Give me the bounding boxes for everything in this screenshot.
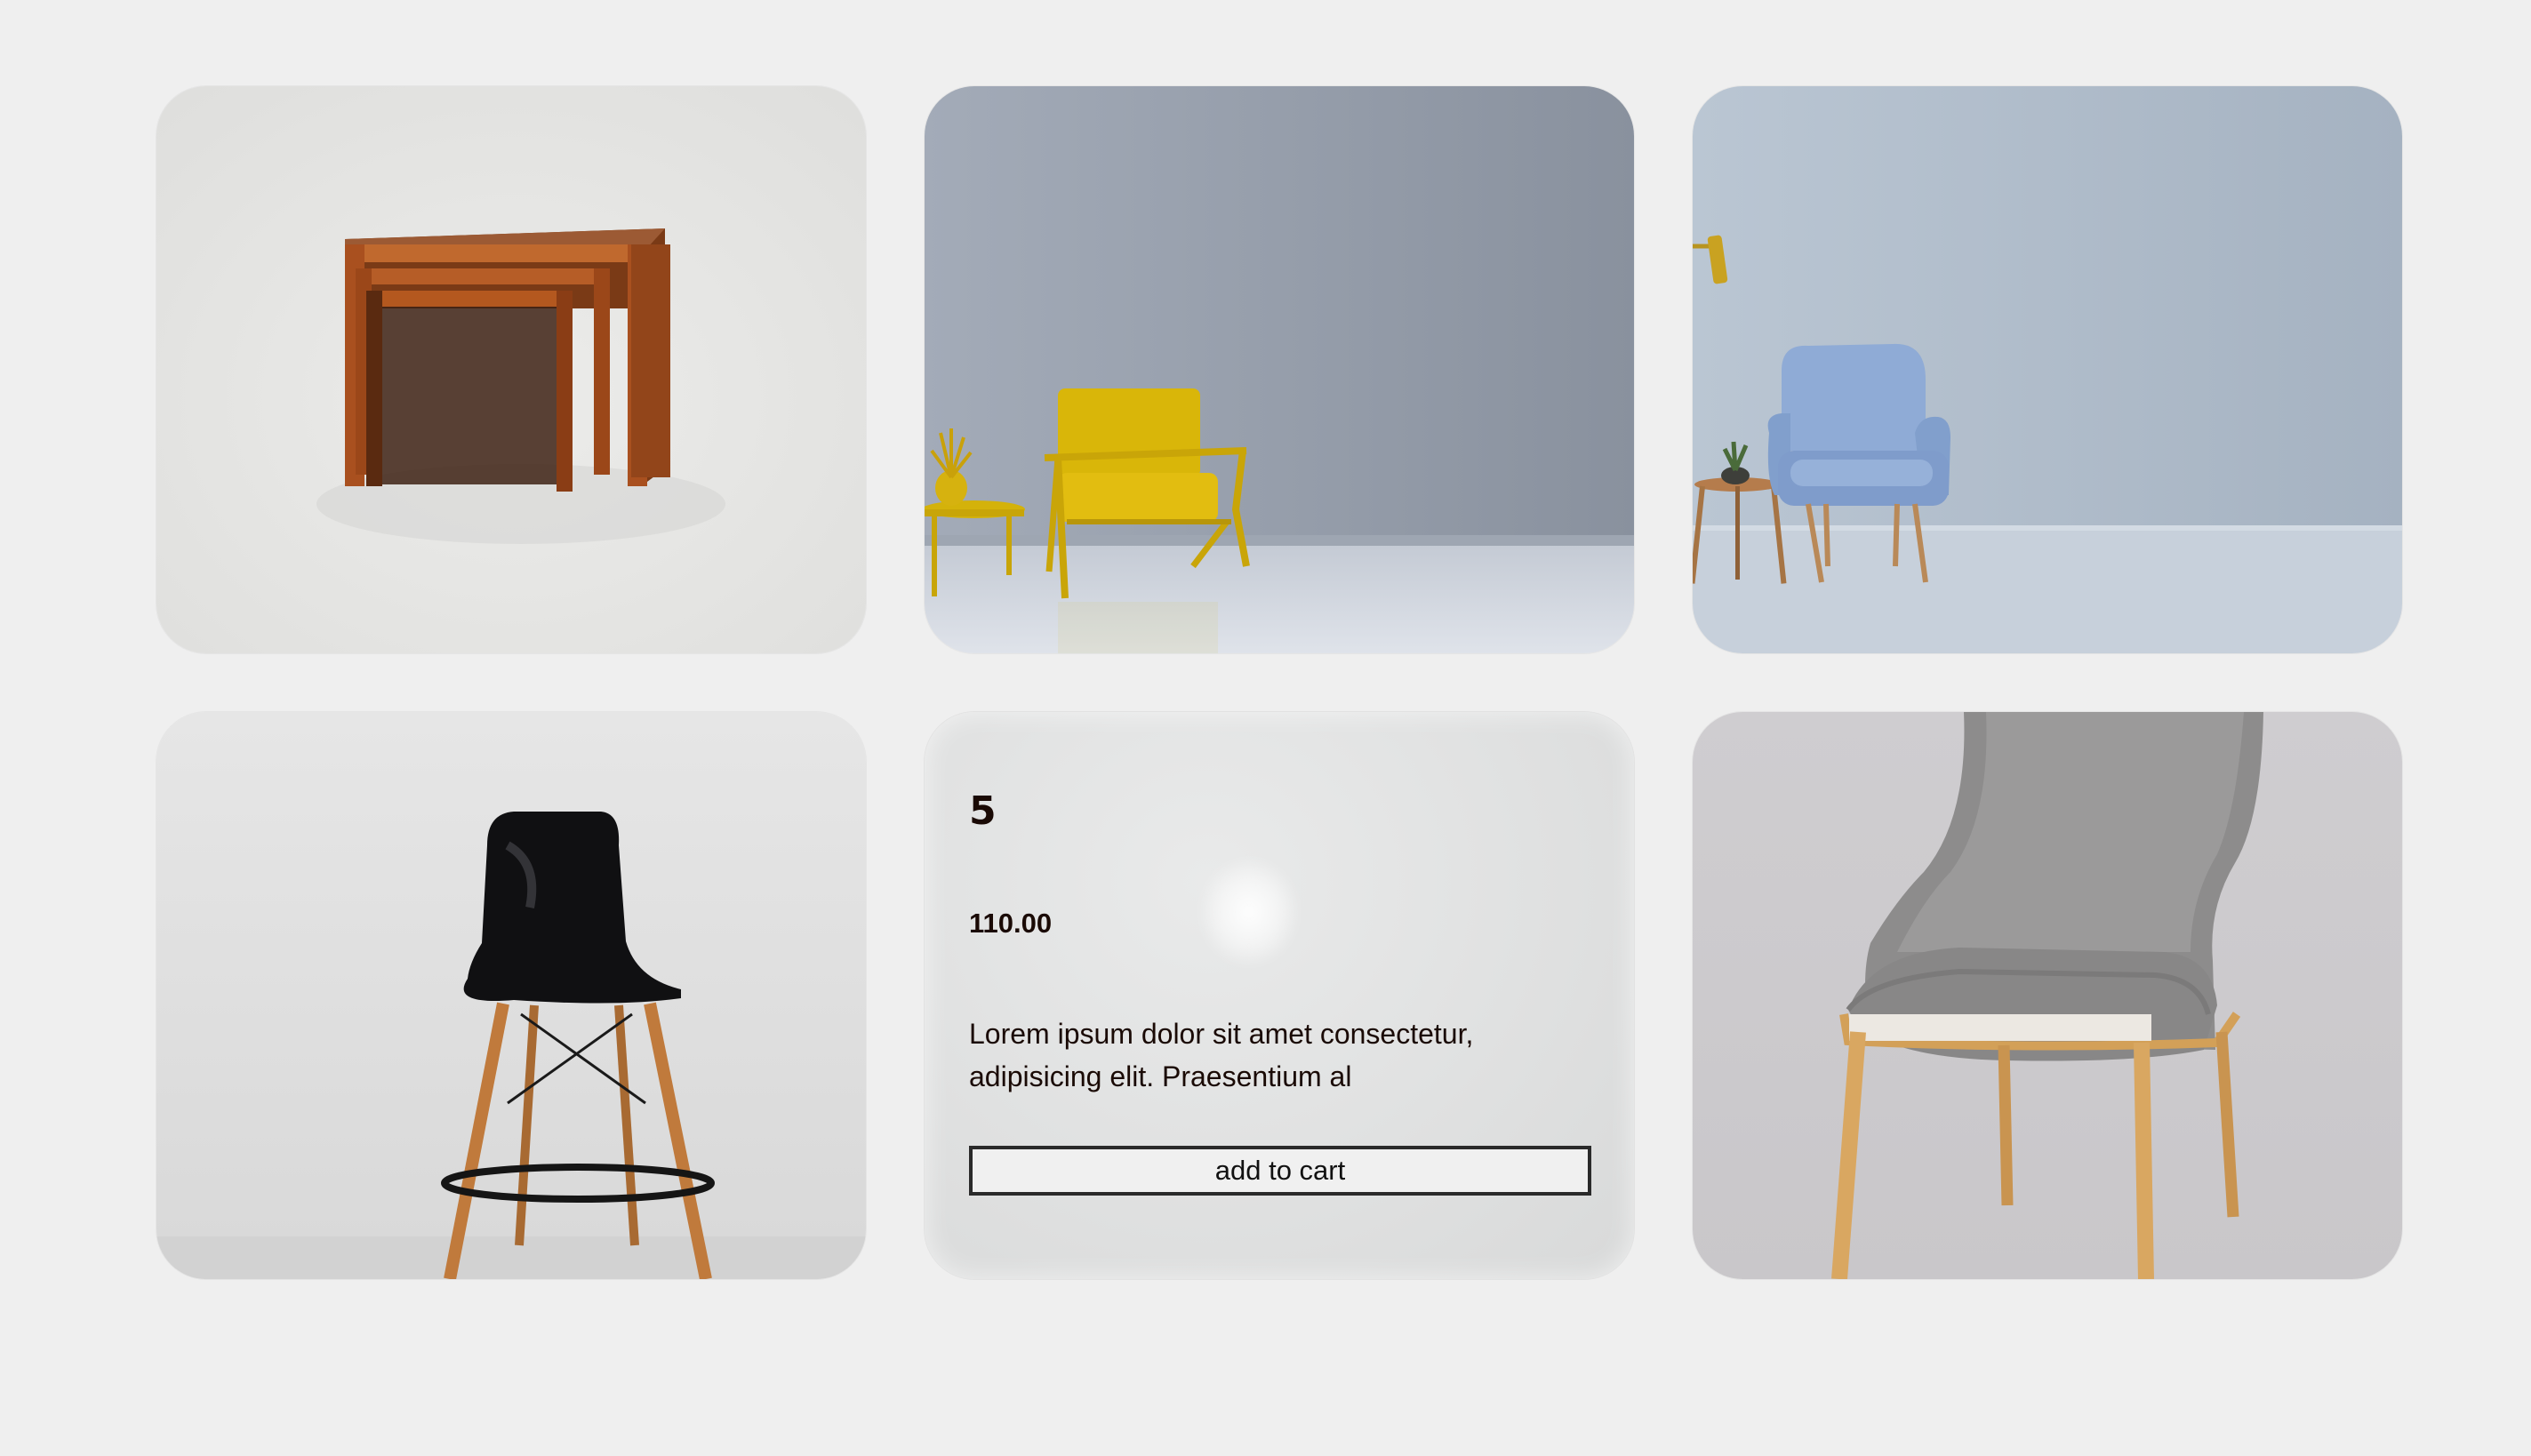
add-to-cart-button[interactable]: add to cart bbox=[969, 1146, 1591, 1196]
yellow-armchair-image bbox=[925, 86, 1634, 653]
product-grid: 5 110.00 Lorem ipsum dolor sit amet cons… bbox=[156, 86, 2402, 1279]
product-card-gray-chair[interactable] bbox=[1693, 712, 2402, 1279]
product-card-blue-armchair[interactable] bbox=[1693, 86, 2402, 653]
product-description: Lorem ipsum dolor sit amet consectetur, … bbox=[969, 1018, 1474, 1092]
gray-chair-image bbox=[1693, 712, 2402, 1279]
product-card-yellow-armchair[interactable] bbox=[925, 86, 1634, 653]
product-price: 110.00 bbox=[969, 908, 1053, 939]
black-stool-image bbox=[156, 712, 866, 1279]
blue-armchair-image bbox=[1693, 86, 2402, 653]
nesting-tables-image bbox=[156, 86, 866, 653]
product-card-nesting-tables[interactable] bbox=[156, 86, 866, 653]
product-info: 5 110.00 Lorem ipsum dolor sit amet cons… bbox=[969, 792, 1591, 1098]
product-title: 5 bbox=[969, 788, 997, 834]
product-card-black-stool[interactable] bbox=[156, 712, 866, 1279]
product-info-card: 5 110.00 Lorem ipsum dolor sit amet cons… bbox=[925, 712, 1634, 1279]
